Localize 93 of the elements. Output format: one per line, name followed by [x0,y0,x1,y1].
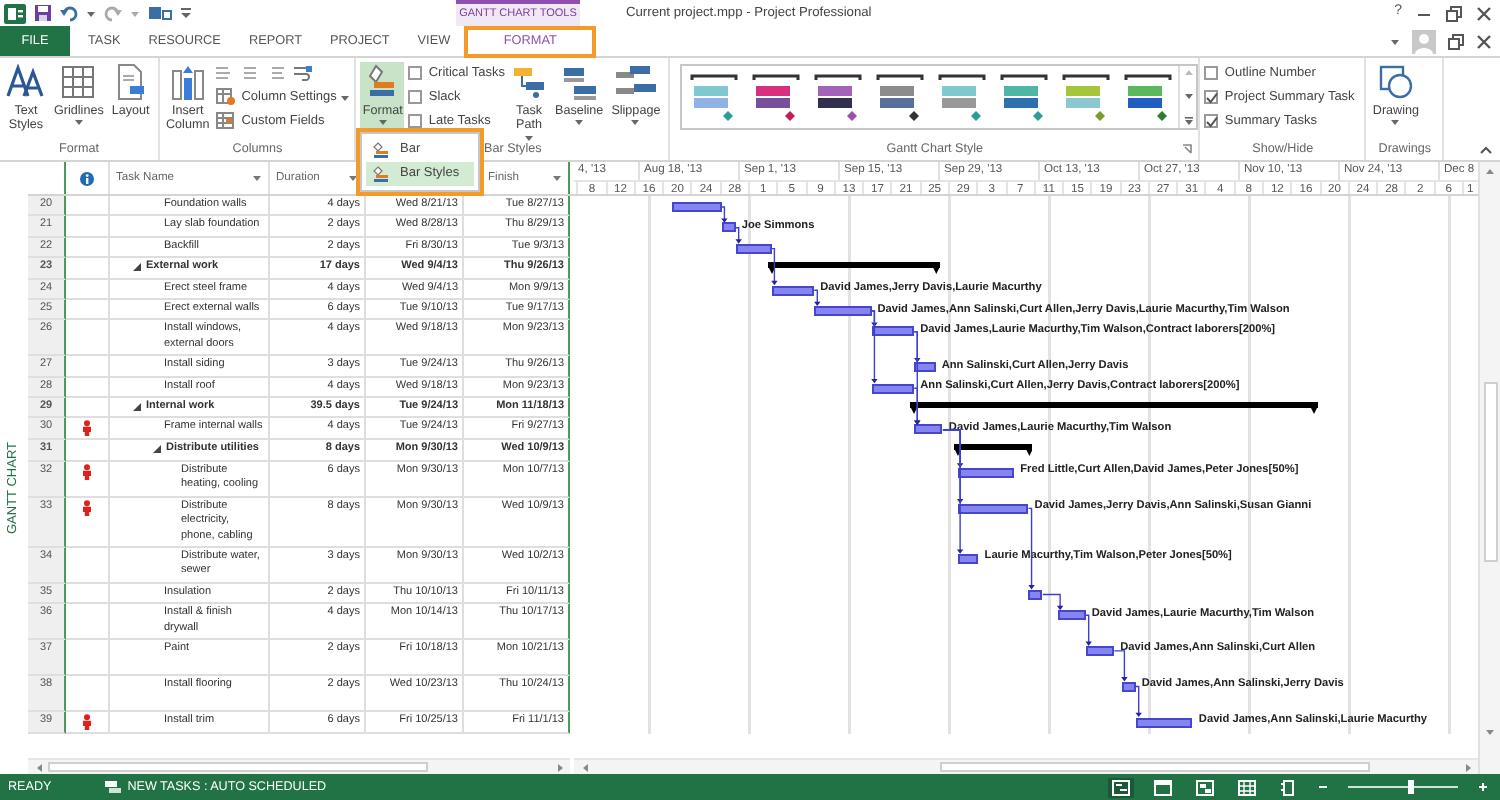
scroll-down-icon[interactable] [1183,92,1194,100]
bar-icon [372,142,390,158]
info-icon [80,171,94,185]
dependency-arrow [1135,685,1142,718]
dependency-arrow [770,247,778,286]
undo-icon[interactable] [60,4,78,22]
restore-icon[interactable] [1448,33,1464,49]
task-bar [1121,681,1136,692]
task-bar [721,222,736,233]
caret-icon[interactable] [377,118,388,127]
planner-view-icon [1196,779,1214,795]
caret-icon[interactable] [1390,118,1401,127]
checkbox[interactable] [1204,90,1219,104]
task-bar [1135,717,1193,728]
layout-icon [114,64,147,100]
dependency-arrow [1113,650,1128,682]
task-path-icon [511,64,548,100]
shapes-icon [1377,64,1414,100]
grid-view-icon [1238,779,1256,795]
task-bar [957,553,979,564]
checkbox[interactable] [408,114,423,128]
insert-column-icon [169,64,206,100]
new-task-icon [103,779,122,794]
dropdown-arrow-icon[interactable] [348,174,358,182]
dependency-arrow [1042,593,1064,611]
task-bar [871,326,915,337]
task-bar [957,467,1015,478]
gantt-view-icon [1112,779,1130,795]
customize-icon[interactable] [180,6,192,20]
task-bar [871,383,915,394]
summary-bar [953,444,1033,459]
person-icon [82,499,92,516]
scrollbar-thumb[interactable] [940,762,1370,772]
view-button[interactable] [1192,777,1218,797]
scrollbar-thumb[interactable] [48,762,428,772]
task-bar [914,362,936,373]
dependency-arrow [813,289,821,307]
task-bar [1085,645,1115,656]
caret-icon[interactable] [630,118,641,127]
task-bar [771,285,815,296]
task-bar [735,243,772,254]
slippage-icon [613,64,658,100]
collapse-triangle-icon[interactable] [132,260,142,275]
view-button[interactable] [1150,777,1176,797]
scroll-up-icon[interactable] [1484,166,1496,178]
grid-icon [60,64,97,100]
baseline-icon [561,64,598,100]
caret-icon[interactable] [1390,37,1400,45]
dropdown-arrow-icon[interactable] [252,174,262,182]
task-bar [814,306,872,317]
column-settings-icon [215,88,236,106]
task-bar [1057,610,1086,621]
bar-styles-icon [372,166,390,182]
close-icon[interactable] [1476,5,1492,21]
task-bar [671,202,722,212]
dialog-launcher-icon[interactable] [1182,144,1193,154]
dropdown-arrow-icon[interactable] [552,174,562,182]
person-icon [82,463,92,480]
calendar-view-icon [1154,779,1172,795]
custom-fields-icon [215,112,236,130]
task-bar [1028,589,1043,600]
checkbox[interactable] [1204,114,1219,128]
page-view-icon [1280,779,1298,795]
caret-icon[interactable] [86,9,96,17]
app-logo-icon [4,3,26,23]
person-icon [82,420,92,437]
dependency-arrow [1085,614,1092,646]
view-switch-icon[interactable] [148,4,172,22]
scrollbar-thumb[interactable] [1483,382,1497,562]
task-bar [914,424,943,435]
restore-icon[interactable] [1446,5,1462,21]
person-icon [82,713,92,730]
checkbox[interactable] [408,66,423,80]
view-button[interactable] [1108,777,1134,797]
checkbox[interactable] [408,90,423,104]
task-bar [957,503,1029,514]
more-styles-icon[interactable] [1183,116,1194,126]
collapse-ribbon-icon[interactable] [1480,146,1492,154]
caret-icon[interactable] [524,133,535,142]
collapse-triangle-icon[interactable] [132,400,142,415]
checkbox[interactable] [1204,66,1219,80]
zoom-in-icon[interactable] [1478,782,1488,792]
view-button[interactable] [1234,777,1260,797]
close-icon[interactable] [1476,33,1492,49]
scroll-down-icon[interactable] [1484,726,1496,738]
caret-icon[interactable] [574,118,585,127]
caret-icon[interactable] [340,93,351,101]
slider-thumb[interactable] [1408,780,1415,794]
collapse-triangle-icon[interactable] [152,442,162,457]
text-styles-icon [6,64,46,100]
caret-icon[interactable] [73,118,84,127]
save-icon[interactable] [34,4,52,22]
wrap-text-icon[interactable] [293,65,312,81]
